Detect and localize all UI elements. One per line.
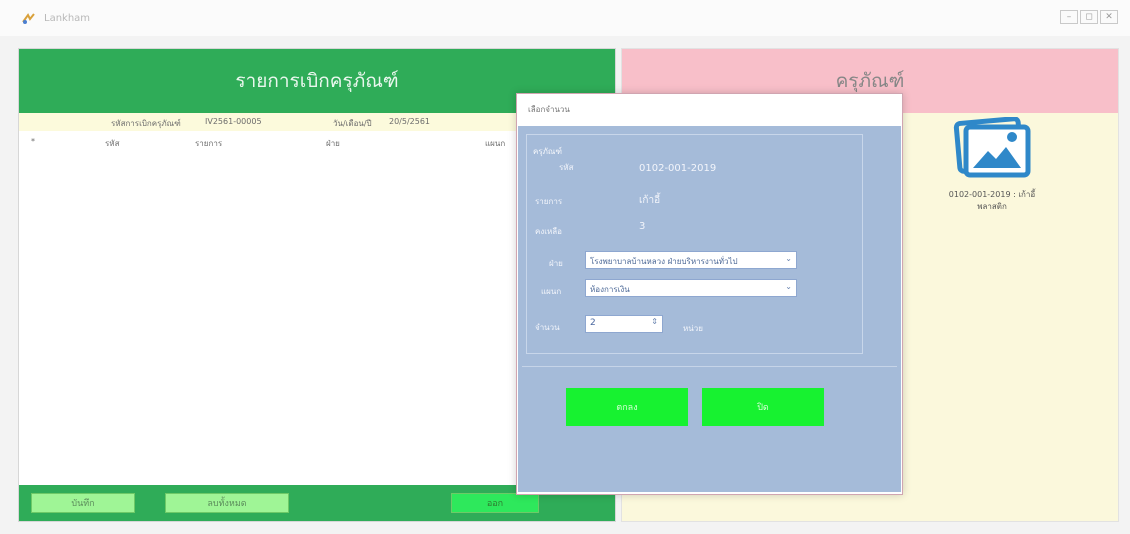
- close-button[interactable]: ✕: [1100, 10, 1118, 24]
- ok-button[interactable]: ตกลง: [566, 388, 688, 426]
- section-label: แผนก: [541, 287, 562, 296]
- stock-value: 3: [639, 221, 646, 232]
- image-placeholder-icon: [953, 117, 1031, 178]
- quantity-label: จำนวน: [535, 323, 560, 332]
- department-select-value: โรงพยาบาลบ้านหลวง ฝ่ายบริหารงานทั่วไป: [590, 257, 738, 266]
- column-header-item[interactable]: รายการ: [195, 137, 222, 150]
- quantity-dialog: เลือกจำนวน ครุภัณฑ์ รหัส 0102-001-2019 ร…: [516, 93, 903, 495]
- code-value: 0102-001-2019: [639, 163, 717, 174]
- code-label: รหัส: [559, 163, 574, 172]
- item-name-label: รายการ: [535, 197, 563, 206]
- equipment-groupbox: ครุภัณฑ์ รหัส 0102-001-2019 รายการ เก้าอ…: [526, 134, 863, 354]
- quantity-unit: หน่วย: [683, 324, 703, 333]
- quantity-stepper[interactable]: 2 ⇕: [585, 315, 663, 333]
- department-label: ฝ่าย: [549, 259, 563, 268]
- equipment-item[interactable]: 0102-001-2019 : เก้าอี้ พลาสติก: [932, 117, 1052, 237]
- equipment-item-code: 0102-001-2019 : เก้าอี้: [948, 190, 1036, 199]
- delete-all-button[interactable]: ลบทั้งหมด: [165, 493, 289, 513]
- minimize-button[interactable]: –: [1060, 10, 1078, 24]
- section-select[interactable]: ห้องการเงิน ⌄: [585, 279, 797, 297]
- window-title: Lankham: [44, 13, 91, 24]
- section-select-value: ห้องการเงิน: [590, 285, 630, 294]
- item-name-value: เก้าอี้: [639, 195, 661, 206]
- quantity-value: 2: [590, 318, 596, 328]
- exit-button[interactable]: ออก: [451, 493, 539, 513]
- row-marker: *: [31, 137, 35, 146]
- title-bar: Lankham – ◻ ✕: [0, 0, 1130, 36]
- chevron-down-icon: ⌄: [785, 254, 792, 263]
- groupbox-label: ครุภัณฑ์: [533, 147, 562, 156]
- department-select[interactable]: โรงพยาบาลบ้านหลวง ฝ่ายบริหารงานทั่วไป ⌄: [585, 251, 797, 269]
- stock-label: คงเหลือ: [535, 227, 562, 236]
- column-header-section[interactable]: แผนก: [485, 137, 505, 150]
- dialog-body: ครุภัณฑ์ รหัส 0102-001-2019 รายการ เก้าอ…: [518, 126, 901, 492]
- app-logo-icon: [22, 13, 35, 24]
- issue-date-value: 20/5/2561: [389, 117, 431, 126]
- chevron-down-icon: ⌄: [785, 282, 792, 291]
- column-header-department[interactable]: ฝ่าย: [326, 137, 340, 150]
- cancel-button[interactable]: ปิด: [702, 388, 824, 426]
- save-button[interactable]: บันทึก: [31, 493, 135, 513]
- updown-arrows-icon[interactable]: ⇕: [651, 317, 658, 326]
- dialog-title: เลือกจำนวน: [528, 105, 570, 114]
- window-controls: – ◻ ✕: [1060, 10, 1118, 24]
- issue-code-value: IV2561-00005: [205, 117, 262, 126]
- maximize-button[interactable]: ◻: [1080, 10, 1098, 24]
- dialog-separator: [522, 366, 897, 367]
- issue-date-label: วัน/เดือน/ปี: [333, 119, 372, 128]
- app-window: Lankham – ◻ ✕ รายการเบิกครุภัณฑ์ รหัสการ…: [0, 0, 1130, 534]
- column-header-code[interactable]: รหัส: [105, 137, 119, 150]
- equipment-item-subtitle: พลาสติก: [977, 202, 1007, 211]
- issue-code-label: รหัสการเบิกครุภัณฑ์: [111, 119, 181, 128]
